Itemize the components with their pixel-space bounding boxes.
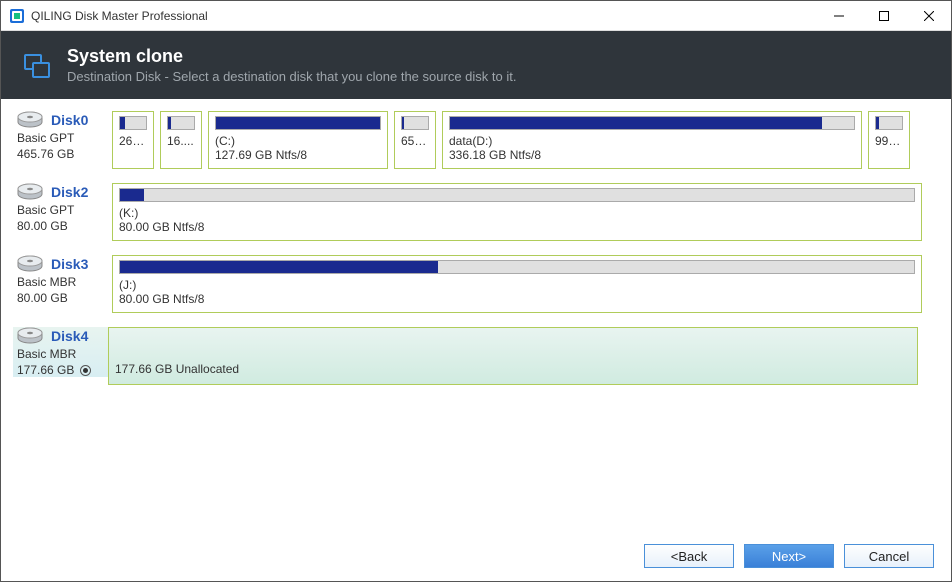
cancel-button[interactable]: Cancel: [844, 544, 934, 568]
partition[interactable]: 16....: [160, 111, 202, 169]
partition-desc: 177.66 GB Unallocated: [115, 362, 911, 376]
disk-info: Disk3 Basic MBR 80.00 GB: [17, 255, 112, 305]
partition[interactable]: 653...: [394, 111, 436, 169]
disk-icon: [17, 255, 43, 273]
clone-icon: [21, 49, 53, 81]
partition-desc: 336.18 GB Ntfs/8: [449, 148, 855, 162]
partition[interactable]: (K:)80.00 GB Ntfs/8: [112, 183, 922, 241]
page-title: System clone: [67, 46, 516, 67]
disk-info: Disk4 Basic MBR 177.66 GB: [13, 327, 108, 377]
usage-bar: [119, 260, 915, 274]
disk-type: Basic GPT: [17, 131, 112, 145]
partition[interactable]: 177.66 GB Unallocated: [108, 327, 918, 385]
partition-label: (K:): [119, 206, 915, 220]
disk-row[interactable]: Disk0 Basic GPT 465.76 GB 260... 16.... (C:)1…: [17, 111, 935, 169]
titlebar: QILING Disk Master Professional: [1, 1, 951, 31]
partition-area: (K:)80.00 GB Ntfs/8: [112, 183, 935, 241]
partition-area: 177.66 GB Unallocated: [108, 327, 935, 385]
window-title: QILING Disk Master Professional: [31, 9, 816, 23]
footer-buttons: <Back Next> Cancel: [644, 544, 934, 568]
disk-type: Basic MBR: [17, 347, 108, 361]
disk-info: Disk0 Basic GPT 465.76 GB: [17, 111, 112, 161]
disk-size: 177.66 GB: [17, 363, 74, 377]
usage-bar: [167, 116, 195, 130]
usage-bar: [215, 116, 381, 130]
usage-bar: [449, 116, 855, 130]
disk-list: Disk0Basic GPT465.76 GB260...16....(C:)1…: [1, 99, 951, 529]
disk-row[interactable]: Disk3 Basic MBR 80.00 GB (J:)80.00 GB Ntfs/…: [17, 255, 935, 313]
partition[interactable]: 260...: [112, 111, 154, 169]
disk-name: Disk0: [51, 112, 88, 128]
usage-bar: [119, 188, 915, 202]
disk-icon: [17, 111, 43, 129]
disk-type: Basic GPT: [17, 203, 112, 217]
partition-desc: 995...: [875, 134, 903, 148]
disk-name: Disk3: [51, 256, 88, 272]
partition[interactable]: 995...: [868, 111, 910, 169]
partition-desc: 80.00 GB Ntfs/8: [119, 220, 915, 234]
disk-icon: [17, 327, 43, 345]
minimize-button[interactable]: [816, 1, 861, 30]
selected-radio-icon: [80, 365, 91, 376]
partition-desc: 260...: [119, 134, 147, 148]
partition-label: (J:): [119, 278, 915, 292]
partition-desc: 80.00 GB Ntfs/8: [119, 292, 915, 306]
page-subtitle: Destination Disk - Select a destination …: [67, 69, 516, 84]
disk-size: 80.00 GB: [17, 219, 68, 233]
partition-label: (C:): [215, 134, 381, 148]
disk-type: Basic MBR: [17, 275, 112, 289]
disk-row[interactable]: Disk2 Basic GPT 80.00 GB (K:)80.00 GB Ntfs/…: [17, 183, 935, 241]
partition-desc: 16....: [167, 134, 195, 148]
partition-desc: 127.69 GB Ntfs/8: [215, 148, 381, 162]
back-button[interactable]: <Back: [644, 544, 734, 568]
usage-bar: [875, 116, 903, 130]
disk-size: 465.76 GB: [17, 147, 74, 161]
disk-row[interactable]: Disk4 Basic MBR 177.66 GB 177.66 GB Unalloc…: [17, 327, 935, 385]
partition-area: 260... 16.... (C:)127.69 GB Ntfs/8 653... da…: [112, 111, 935, 169]
partition-label: data(D:): [449, 134, 855, 148]
close-button[interactable]: [906, 1, 951, 30]
disk-icon: [17, 183, 43, 201]
usage-bar: [401, 116, 429, 130]
partition[interactable]: (J:)80.00 GB Ntfs/8: [112, 255, 922, 313]
partition[interactable]: data(D:)336.18 GB Ntfs/8: [442, 111, 862, 169]
partition-area: (J:)80.00 GB Ntfs/8: [112, 255, 935, 313]
page-header: System clone Destination Disk - Select a…: [1, 31, 951, 99]
disk-name: Disk4: [51, 328, 88, 344]
partition-desc: 653...: [401, 134, 429, 148]
disk-size: 80.00 GB: [17, 291, 68, 305]
maximize-button[interactable]: [861, 1, 906, 30]
disk-name: Disk2: [51, 184, 88, 200]
disk-info: Disk2 Basic GPT 80.00 GB: [17, 183, 112, 233]
next-button[interactable]: Next>: [744, 544, 834, 568]
partition[interactable]: (C:)127.69 GB Ntfs/8: [208, 111, 388, 169]
window-controls: [816, 1, 951, 30]
usage-bar: [119, 116, 147, 130]
app-logo-icon: [9, 8, 25, 24]
